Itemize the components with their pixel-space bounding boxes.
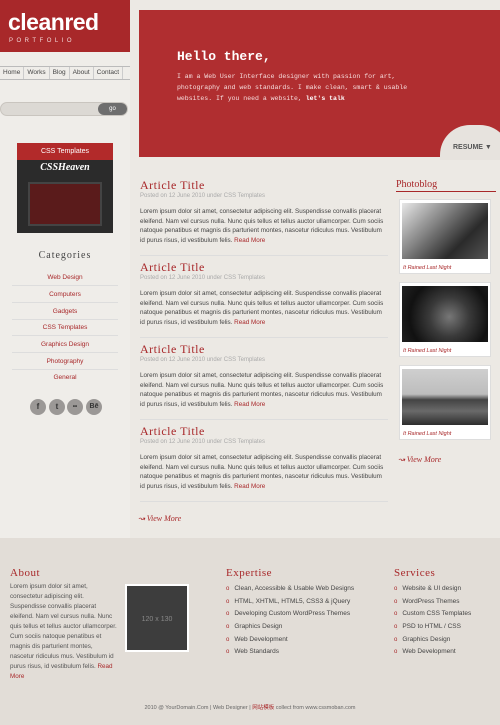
copyright-source: collect from www.cssmoban.com xyxy=(275,705,356,711)
article-meta: Posted on 12 June 2010 under CSS Templat… xyxy=(140,357,265,363)
nav-contact[interactable]: Contact xyxy=(94,67,124,79)
category-css-templates[interactable]: CSS Templates xyxy=(12,319,118,336)
nav-works[interactable]: Works xyxy=(24,67,50,79)
logo-subtitle: PORTFOLIO xyxy=(9,38,76,44)
footer-about: Lorem ipsum dolor sit amet, consectetur … xyxy=(10,582,118,682)
read-more-link[interactable]: Read More xyxy=(234,483,265,490)
article-meta: Posted on 12 June 2010 under CSS Templat… xyxy=(140,439,265,445)
footer-services-title: Services xyxy=(394,567,436,579)
category-web-design[interactable]: Web Design xyxy=(12,269,118,286)
category-general[interactable]: General xyxy=(12,369,118,386)
article-divider xyxy=(140,337,388,338)
read-more-link[interactable]: Read More xyxy=(234,401,265,408)
hero-cta-link[interactable]: let's talk xyxy=(306,95,345,102)
service-item: Website & UI design xyxy=(394,585,471,598)
photo-thumbnail[interactable] xyxy=(402,369,488,425)
nav-blog[interactable]: Blog xyxy=(50,67,70,79)
photoblog-view-more-link[interactable]: ↝ View More xyxy=(398,455,441,464)
arrow-right-icon: ↝ xyxy=(138,514,145,523)
chevron-down-icon: ▼ xyxy=(484,144,492,151)
ad-banner-header: CSS Templates xyxy=(17,143,113,160)
flickr-icon[interactable]: •• xyxy=(67,399,83,415)
service-item: Graphics Design xyxy=(394,636,471,649)
photoblog-title: Photoblog xyxy=(396,179,438,190)
footer-expertise-title: Expertise xyxy=(226,567,273,579)
expertise-item: Web Standards xyxy=(226,648,354,661)
expertise-item: Clean, Accessible & Usable Web Designs xyxy=(226,585,354,598)
copyright-line: 2010 @ YourDomain.Com | Web Designer | 网… xyxy=(0,703,500,711)
logo-text: cleanred xyxy=(8,9,99,35)
article-title[interactable]: Article Title xyxy=(140,342,205,357)
view-more-label: View More xyxy=(406,455,442,464)
read-more-link[interactable]: Read More xyxy=(234,319,265,326)
photo-caption: It Rained Last Night xyxy=(403,265,452,271)
photo-thumbnail[interactable] xyxy=(402,286,488,342)
expertise-list: Clean, Accessible & Usable Web Designs H… xyxy=(226,585,354,661)
category-computers[interactable]: Computers xyxy=(12,286,118,303)
article-body: Lorem ipsum dolor sit amet, consectetur … xyxy=(140,371,385,409)
service-item: Web Development xyxy=(394,648,471,661)
arrow-right-icon: ↝ xyxy=(398,455,405,464)
photo-thumbnail[interactable] xyxy=(402,203,488,259)
article-title[interactable]: Article Title xyxy=(140,424,205,439)
footer-image-placeholder: 120 x 130 xyxy=(125,584,189,652)
service-item: Custom CSS Templates xyxy=(394,610,471,623)
category-gadgets[interactable]: Gadgets xyxy=(12,303,118,320)
ad-banner-screenshot xyxy=(28,182,102,226)
category-photography[interactable]: Photography xyxy=(12,353,118,370)
article-title[interactable]: Article Title xyxy=(140,260,205,275)
article-meta: Posted on 12 June 2010 under CSS Templat… xyxy=(140,275,265,281)
article-body: Lorem ipsum dolor sit amet, consectetur … xyxy=(140,289,385,327)
copyright-text: 2010 @ YourDomain.Com | Web Designer | xyxy=(144,705,251,711)
article-divider xyxy=(140,419,388,420)
service-item: PSD to HTML / CSS xyxy=(394,623,471,636)
footer-about-text: Lorem ipsum dolor sit amet, consectetur … xyxy=(10,583,117,670)
article-body: Lorem ipsum dolor sit amet, consectetur … xyxy=(140,207,385,245)
search-go-button[interactable]: go xyxy=(98,103,127,115)
expertise-item: HTML, XHTML, HTML5, CSS3 & jQuery xyxy=(226,598,354,611)
resume-link[interactable]: RESUME ▼ xyxy=(453,144,492,151)
article-title[interactable]: Article Title xyxy=(140,178,205,193)
article-divider xyxy=(140,255,388,256)
expertise-item: Graphics Design xyxy=(226,623,354,636)
ad-banner-title: CSSHeaven xyxy=(40,162,90,173)
expertise-item: Developing Custom WordPress Themes xyxy=(226,610,354,623)
copyright-link[interactable]: 网站模板 xyxy=(252,705,274,711)
hero-title: Hello there, xyxy=(177,49,271,64)
resume-label: RESUME xyxy=(453,144,483,151)
footer-about-title: About xyxy=(10,567,40,579)
services-list: Website & UI design WordPress Themes Cus… xyxy=(394,585,471,661)
view-more-label: View More xyxy=(146,514,182,523)
photo-caption: It Rained Last Night xyxy=(403,348,452,354)
categories-title: Categories xyxy=(38,250,92,261)
articles-view-more-link[interactable]: ↝ View More xyxy=(138,514,181,523)
photo-caption: It Rained Last Night xyxy=(403,431,452,437)
nav-home[interactable]: Home xyxy=(0,67,25,79)
main-nav: Home Works Blog About Contact xyxy=(0,66,130,80)
article-divider xyxy=(140,501,388,502)
article-body: Lorem ipsum dolor sit amet, consectetur … xyxy=(140,453,385,491)
nav-about[interactable]: About xyxy=(70,67,94,79)
twitter-icon[interactable]: t xyxy=(49,399,65,415)
article-meta: Posted on 12 June 2010 under CSS Templat… xyxy=(140,193,265,199)
behance-icon[interactable]: Bē xyxy=(86,399,102,415)
hero-intro-text: I am a Web User Interface designer with … xyxy=(177,73,408,102)
service-item: WordPress Themes xyxy=(394,598,471,611)
hero-intro: I am a Web User Interface designer with … xyxy=(177,71,437,104)
category-graphics-design[interactable]: Graphics Design xyxy=(12,336,118,353)
facebook-icon[interactable]: f xyxy=(30,399,46,415)
photoblog-underline xyxy=(396,191,496,192)
read-more-link[interactable]: Read More xyxy=(234,237,265,244)
expertise-item: Web Development xyxy=(226,636,354,649)
